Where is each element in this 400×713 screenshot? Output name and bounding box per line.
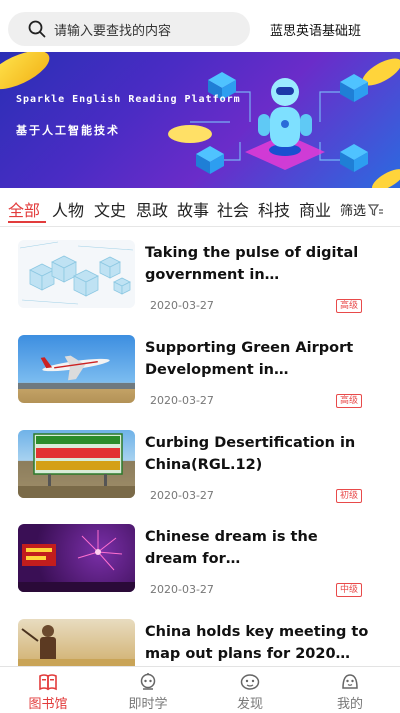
active-tab-indicator	[8, 221, 46, 223]
tab-technology[interactable]: 科技	[258, 197, 290, 221]
filter-button[interactable]: 筛选	[340, 200, 384, 219]
level-badge: 高级	[336, 299, 363, 313]
banner-artwork	[0, 52, 400, 188]
category-tabs: 全部 人物 文史 思政 故事 社会 科技 商业 筛选	[0, 188, 400, 227]
nav-discover[interactable]: 发现	[210, 667, 290, 712]
nav-library[interactable]: 图书馆	[8, 667, 88, 712]
top-header: 请输入要查找的内容 蓝思英语基础班	[0, 0, 400, 52]
level-badge: 高级	[336, 394, 363, 408]
filter-label: 筛选	[340, 204, 367, 219]
article-thumbnail-airplane	[18, 335, 135, 403]
tab-business[interactable]: 商业	[299, 197, 331, 221]
level-badge: 初级	[336, 489, 363, 503]
banner-title-en: Sparkle English Reading Platform	[16, 94, 241, 105]
tab-all[interactable]: 全部	[8, 197, 40, 221]
article-thumbnail-fireworks	[18, 524, 135, 592]
article-item[interactable]: Chinese dream is the dream for mankind(R…	[0, 524, 400, 618]
tab-people[interactable]: 人物	[52, 197, 84, 221]
article-item[interactable]: Curbing Desertification in China(RGL.12)…	[0, 430, 400, 524]
tab-stories[interactable]: 故事	[177, 197, 209, 221]
tab-society[interactable]: 社会	[217, 197, 249, 221]
tab-politics[interactable]: 思政	[136, 197, 168, 221]
article-date: 2020-03-27	[150, 583, 214, 596]
article-item[interactable]: Taking the pulse of digital government i…	[0, 240, 400, 334]
nav-label: 图书馆	[28, 697, 68, 712]
article-item[interactable]: Supporting Green Airport Development in …	[0, 335, 400, 429]
article-thumbnail-cubes	[18, 240, 135, 308]
article-date: 2020-03-27	[150, 489, 214, 502]
level-badge: 中级	[336, 583, 363, 597]
promo-banner[interactable]: Sparkle English Reading Platform 基于人工智能技…	[0, 52, 400, 188]
filter-icon	[368, 203, 384, 216]
class-selector[interactable]: 蓝思英语基础班	[270, 20, 361, 39]
book-icon	[39, 674, 57, 691]
article-thumbnail-billboard	[18, 430, 135, 498]
search-placeholder: 请输入要查找的内容	[54, 23, 172, 39]
article-date: 2020-03-27	[150, 394, 214, 407]
nav-profile[interactable]: 我的	[310, 667, 390, 712]
search-bar[interactable]: 请输入要查找的内容	[8, 12, 250, 46]
profile-icon	[342, 674, 358, 689]
nav-label: 我的	[336, 697, 363, 712]
discover-icon	[240, 674, 260, 690]
nav-instant-learn[interactable]: 即时学	[108, 667, 188, 712]
article-title: Taking the pulse of digital government i…	[145, 245, 359, 283]
article-title: Supporting Green Airport Development in …	[145, 340, 354, 378]
article-title: Chinese dream is the dream for mankind(R…	[145, 529, 318, 567]
banner-subtitle-cn: 基于人工智能技术	[16, 124, 120, 137]
nav-label: 即时学	[128, 697, 168, 712]
article-title: China holds key meeting to map out plans…	[145, 624, 369, 662]
robot-icon	[140, 673, 156, 690]
bottom-nav: 图书馆 即时学 发现 我的	[0, 666, 400, 712]
search-icon	[28, 20, 46, 38]
nav-label: 发现	[236, 697, 263, 712]
tab-culture-history[interactable]: 文史	[94, 197, 126, 221]
article-title: Curbing Desertification in China(RGL.12)	[145, 435, 356, 473]
article-date: 2020-03-27	[150, 299, 214, 312]
